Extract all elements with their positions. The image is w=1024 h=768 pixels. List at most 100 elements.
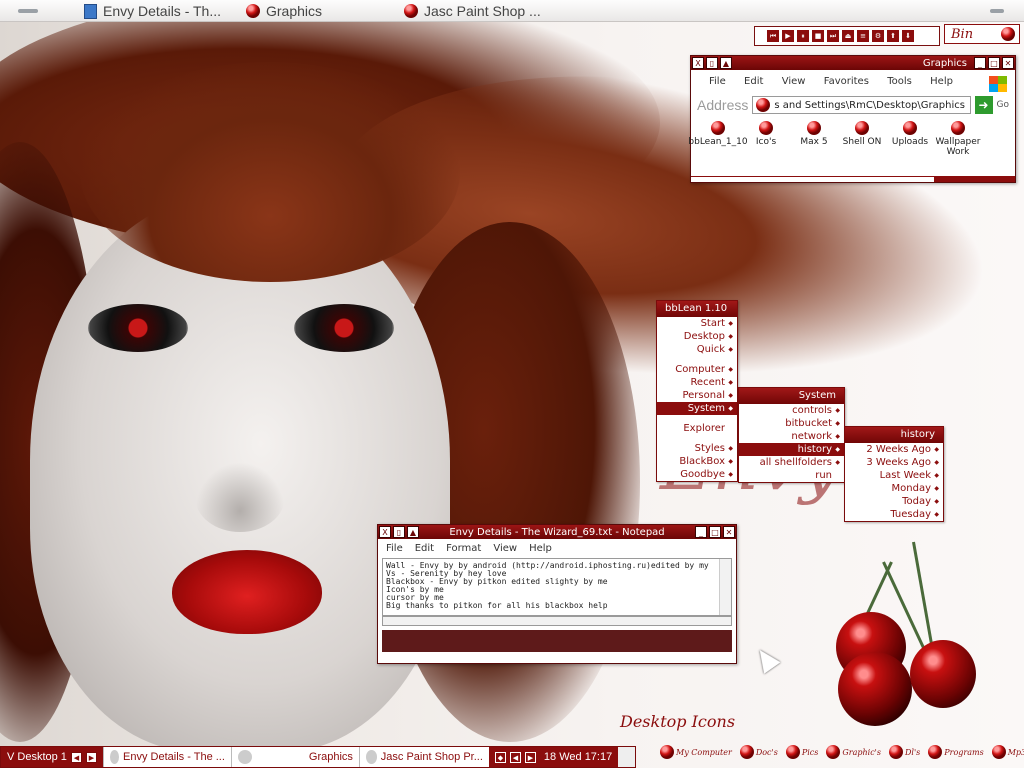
sys-menu-all-shellfolders[interactable]: all shellfolders (739, 456, 844, 469)
menu-edit[interactable]: Edit (415, 543, 434, 554)
bb-menu-computer[interactable]: Computer (657, 363, 737, 376)
bb-menu-system[interactable]: System (657, 402, 737, 415)
menu-favorites[interactable]: Favorites (824, 76, 869, 87)
sys-menu-controls[interactable]: controls (739, 404, 844, 417)
menu-help[interactable]: Help (529, 543, 552, 554)
sys-menu-run[interactable]: run (739, 469, 844, 482)
prev-task-button[interactable]: ◀ (509, 751, 521, 763)
bb-menu-start[interactable]: Start (657, 317, 737, 330)
history-item[interactable]: Last Week (845, 469, 943, 482)
topbar-tray-icon[interactable] (990, 2, 1004, 20)
sys-menu-history[interactable]: history (739, 443, 844, 456)
sys-menu-bitbucket[interactable]: bitbucket (739, 417, 844, 430)
minimize-button[interactable]: _ (974, 57, 986, 69)
bb-menu-recent[interactable]: Recent (657, 376, 737, 389)
eject-button[interactable]: ⏏ (842, 30, 854, 42)
maximize-button[interactable]: □ (709, 526, 721, 538)
bb-menu-styles[interactable]: Styles (657, 442, 737, 455)
prev-track-button[interactable]: ⏮ (767, 30, 779, 42)
window-rollup-button[interactable]: ▲ (720, 57, 732, 69)
folder-item[interactable]: bbLean_1_10 (688, 121, 748, 157)
notepad-text-area[interactable]: Wall - Envy by by android (http://androi… (382, 558, 732, 616)
topbar-task-paintshop[interactable]: Jasc Paint Shop ... (404, 2, 541, 20)
menu-view[interactable]: View (493, 543, 517, 554)
taskbar-task-paintshop[interactable]: Jasc Paint Shop Pr... (358, 747, 489, 767)
folder-item[interactable]: Wallpaper Work (935, 121, 981, 157)
desktop-icon-mp3[interactable]: Mp3 (991, 745, 1024, 759)
go-arrow-icon[interactable]: ➜ (974, 96, 993, 114)
address-input[interactable]: s and Settings\RmC\Desktop\Graphics (752, 96, 971, 114)
notepad-titlebar[interactable]: X ▯ ▲ Envy Details - The Wizard_69.txt -… (378, 525, 736, 539)
tray-toggle-button[interactable]: ◆ (494, 751, 506, 763)
menu-file[interactable]: File (709, 76, 726, 87)
bb-menu-goodbye[interactable]: Goodbye (657, 468, 737, 481)
desktop-icon-programs[interactable]: Programs (928, 745, 984, 759)
bb-menu-explorer[interactable]: Explorer (657, 422, 737, 435)
vertical-scrollbar[interactable] (719, 559, 731, 615)
window-shade-button[interactable]: ▯ (706, 57, 718, 69)
window-sticky-button[interactable]: X (692, 57, 704, 69)
playlist-button[interactable]: ≡ (857, 30, 869, 42)
folder-item[interactable]: Uploads (889, 121, 931, 157)
window-shade-button[interactable]: ▯ (393, 526, 405, 538)
pause-button[interactable]: ⏸ (797, 30, 809, 42)
sys-menu-network[interactable]: network (739, 430, 844, 443)
menu-help[interactable]: Help (930, 76, 953, 87)
play-button[interactable]: ▶ (782, 30, 794, 42)
menu-edit[interactable]: Edit (744, 76, 763, 87)
history-item[interactable]: 2 Weeks Ago (845, 443, 943, 456)
workspace-label[interactable]: V Desktop 1 ◀ ▶ (1, 747, 103, 767)
menu-file[interactable]: File (386, 543, 403, 554)
prev-workspace-button[interactable]: ◀ (70, 751, 82, 763)
topbar-task-envy-details[interactable]: Envy Details - Th... (84, 2, 221, 20)
menu-format[interactable]: Format (446, 543, 481, 554)
bb-menu-quick[interactable]: Quick (657, 343, 737, 356)
cherry (838, 652, 912, 726)
close-button[interactable]: ✕ (723, 526, 735, 538)
settings-button[interactable]: ⚙ (872, 30, 884, 42)
folder-item[interactable]: Shell ON (841, 121, 883, 157)
desktop-icon-label: Doc's (755, 747, 778, 757)
wallpaper-eye (88, 304, 188, 352)
desktop-icon-dls[interactable]: Dl's (888, 745, 920, 759)
menu-view[interactable]: View (782, 76, 806, 87)
recycle-bin[interactable]: Bin (944, 24, 1020, 44)
graphics-titlebar[interactable]: X ▯ ▲ Graphics _ □ ✕ (691, 56, 1015, 70)
taskbar-task-envy-details[interactable]: Envy Details - The ... (102, 747, 231, 767)
bb-menu-blackbox[interactable]: BlackBox (657, 455, 737, 468)
topbar-task-graphics[interactable]: Graphics (246, 2, 322, 20)
history-item[interactable]: Tuesday (845, 508, 943, 521)
next-track-button[interactable]: ⏭ (827, 30, 839, 42)
workspace-name: V Desktop 1 (7, 751, 67, 763)
window-rollup-button[interactable]: ▲ (407, 526, 419, 538)
history-item[interactable]: Monday (845, 482, 943, 495)
volume-down-button[interactable]: ⬇ (902, 30, 914, 42)
red-orb-icon (739, 745, 754, 759)
folder-item[interactable]: Max 5 (793, 121, 835, 157)
horizontal-scrollbar[interactable] (382, 616, 732, 626)
windows-logo-icon (989, 76, 1007, 92)
window-sticky-button[interactable]: X (379, 526, 391, 538)
bb-menu-desktop[interactable]: Desktop (657, 330, 737, 343)
go-button[interactable]: Go (997, 100, 1009, 110)
clock[interactable]: 18 Wed 17:17 (544, 751, 612, 763)
close-button[interactable]: ✕ (1002, 57, 1014, 69)
volume-up-button[interactable]: ⬆ (887, 30, 899, 42)
menu-tools[interactable]: Tools (887, 76, 912, 87)
desktop-icon-pics[interactable]: Pics (785, 745, 818, 759)
taskbar-task-graphics[interactable]: Graphics (230, 747, 359, 767)
next-workspace-button[interactable]: ▶ (85, 751, 97, 763)
desktop-icon-docs[interactable]: Doc's (739, 745, 778, 759)
folder-item[interactable]: Ico's (745, 121, 787, 157)
minimize-button[interactable]: _ (695, 526, 707, 538)
history-item[interactable]: Today (845, 495, 943, 508)
history-item[interactable]: 3 Weeks Ago (845, 456, 943, 469)
desktop-icon-graphics[interactable]: Graphic's (826, 745, 881, 759)
stop-button[interactable]: ■ (812, 30, 824, 42)
topbar-menu-handle[interactable] (0, 2, 38, 20)
desktop-icon-label: Graphic's (842, 747, 881, 757)
bb-menu-personal[interactable]: Personal (657, 389, 737, 402)
desktop-icon-my-computer[interactable]: My Computer (660, 745, 732, 759)
next-task-button[interactable]: ▶ (524, 751, 536, 763)
maximize-button[interactable]: □ (988, 57, 1000, 69)
